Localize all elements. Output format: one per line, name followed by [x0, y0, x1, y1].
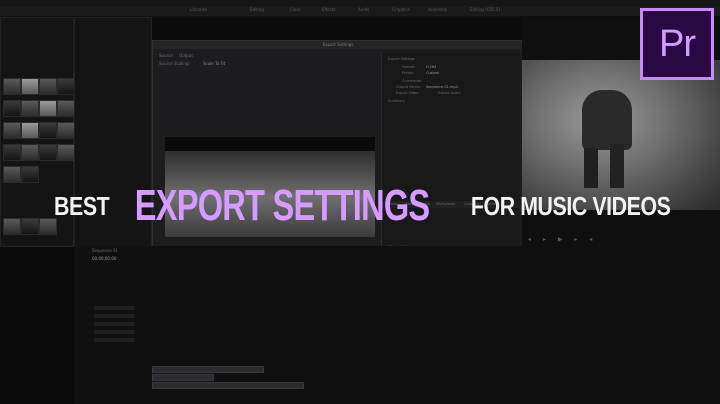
clip-thumbnail[interactable]	[3, 100, 21, 117]
clip-thumbnail[interactable]	[39, 144, 57, 161]
clip-thumbnail[interactable]	[39, 100, 57, 117]
timeline-clip[interactable]	[152, 366, 264, 373]
workspace-tab-graphics[interactable]: Graphics	[392, 7, 410, 12]
comments-label: Comments:	[402, 79, 423, 83]
workspace-tab-audio[interactable]: Audio	[358, 7, 369, 12]
clip-thumbnail[interactable]	[39, 122, 57, 139]
figure-silhouette	[582, 90, 632, 150]
timeline-track[interactable]	[94, 306, 134, 310]
workspace-bar: Libraries Editing Color Effects Audio Gr…	[0, 6, 720, 17]
format-label: Format:	[402, 65, 416, 69]
timeline-track[interactable]	[94, 338, 134, 342]
sequence-tab[interactable]: Sequence 01	[92, 248, 118, 253]
clip-thumbnail[interactable]	[21, 218, 39, 235]
logo-text: Pr	[659, 22, 696, 65]
workspace-tab-editing[interactable]: Editing	[250, 7, 264, 12]
source-scaling-label: Source Scaling:	[159, 61, 190, 66]
headline-best: BEST	[53, 190, 110, 221]
timeline-clip[interactable]	[152, 382, 304, 389]
tab-source[interactable]: Source	[159, 53, 173, 58]
tab-output[interactable]: Output	[179, 53, 193, 58]
clip-thumbnail[interactable]	[21, 100, 39, 117]
clip-thumbnail[interactable]	[21, 144, 39, 161]
timeline-track[interactable]	[94, 322, 134, 326]
summary-header: Summary	[388, 99, 405, 103]
headline-for-music-videos: FOR MUSIC VIDEOS	[470, 190, 671, 221]
timeline-timecode[interactable]: 00;00;00;00	[92, 256, 116, 261]
clip-thumbnail[interactable]	[57, 122, 75, 139]
clip-thumbnail[interactable]	[21, 166, 39, 183]
workspace-tab-effects[interactable]: Effects	[322, 7, 336, 12]
letterbox-bar	[165, 137, 375, 151]
premiere-pro-logo: Pr	[640, 8, 714, 80]
clip-thumbnail[interactable]	[21, 122, 39, 139]
workspace-tab-libraries[interactable]: Libraries	[190, 7, 207, 12]
clip-thumbnail[interactable]	[21, 78, 39, 95]
format-select[interactable]: H.264	[426, 65, 436, 69]
clip-thumbnail[interactable]	[3, 218, 21, 235]
output-name-link[interactable]: Sequence 01.mp4	[426, 85, 458, 89]
workspace-tab-editing-cs55[interactable]: Editing (CS5.5)	[470, 7, 500, 12]
preset-label: Preset:	[402, 71, 415, 75]
playback-controls[interactable]: ◂ ▸ ▶ ▸ ◂	[528, 236, 714, 243]
output-name-label: Output Name:	[396, 85, 421, 89]
headline: BEST EXPORT SETTINGS FOR MUSIC VIDEOS	[54, 176, 671, 236]
export-video-checkbox[interactable]: Export Video	[396, 91, 418, 95]
clip-thumbnail[interactable]	[57, 78, 75, 95]
clip-thumbnail[interactable]	[3, 78, 21, 95]
clip-thumbnail[interactable]	[3, 166, 21, 183]
headline-export-settings: EXPORT SETTINGS	[134, 181, 430, 230]
clip-thumbnail[interactable]	[3, 144, 21, 161]
timeline-track[interactable]	[94, 314, 134, 318]
clip-thumbnail[interactable]	[3, 122, 21, 139]
export-settings-header: Export Settings	[388, 57, 415, 61]
timeline-panel: Sequence 01 00;00;00;00	[74, 246, 522, 404]
timeline-track[interactable]	[94, 330, 134, 334]
workspace-tab-assembly[interactable]: Assembly	[428, 7, 447, 12]
preset-select[interactable]: Custom	[426, 71, 439, 75]
clip-thumbnail[interactable]	[57, 144, 75, 161]
export-audio-checkbox[interactable]: Export Audio	[438, 91, 461, 95]
source-scaling-select[interactable]: Scale To Fit	[203, 61, 225, 66]
timeline-clip[interactable]	[152, 374, 214, 381]
dialog-title: Export Settings	[153, 41, 523, 49]
clip-thumbnail[interactable]	[39, 78, 57, 95]
workspace-tab-color[interactable]: Color	[290, 7, 300, 12]
clip-thumbnail[interactable]	[57, 100, 75, 117]
